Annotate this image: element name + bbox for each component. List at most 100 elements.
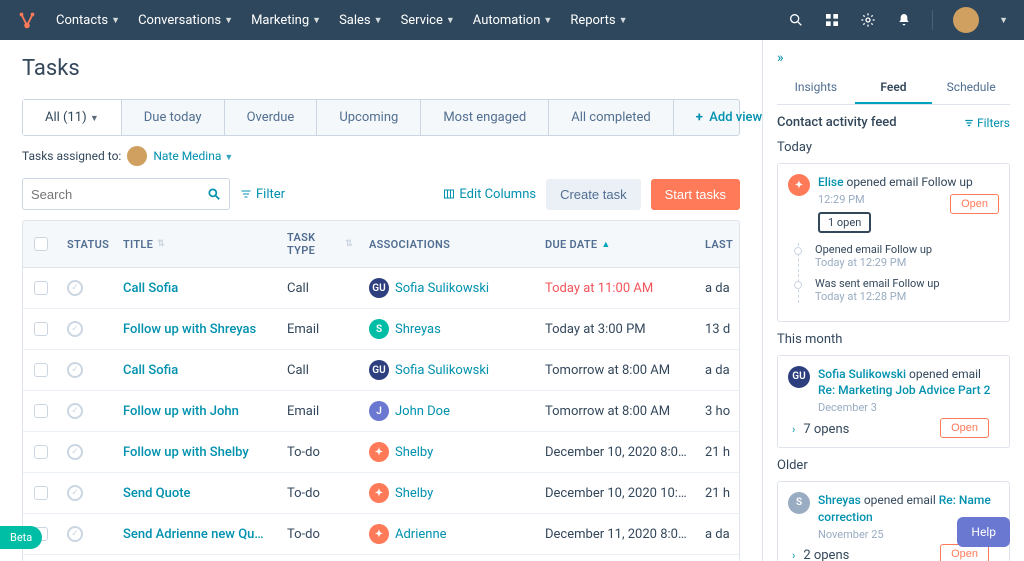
tab-due-today[interactable]: Due today xyxy=(122,100,225,135)
nav-automation[interactable]: Automation ▼ xyxy=(473,13,553,28)
main-content: Tasks All (11) ▼Due todayOverdueUpcoming… xyxy=(0,40,762,561)
user-avatar[interactable] xyxy=(953,7,979,33)
task-title-link[interactable]: Call Sofia xyxy=(123,363,178,378)
search-icon[interactable] xyxy=(788,12,804,28)
task-title-link[interactable]: Follow up with Shreyas xyxy=(123,322,256,337)
section-today: Today xyxy=(777,140,1010,155)
expand-icon[interactable]: › xyxy=(792,549,795,561)
open-button[interactable]: Open xyxy=(940,418,989,438)
status-toggle[interactable]: ✓ xyxy=(67,321,83,337)
feed-header: Contact activity feed xyxy=(777,115,897,130)
status-toggle[interactable]: ✓ xyxy=(67,280,83,296)
chevron-down-icon[interactable]: ▼ xyxy=(999,15,1008,26)
association-chip[interactable]: GUSofia Sulikowski xyxy=(369,360,489,380)
table-header: STATUS TITLE⇅ TASK TYPE⇅ ASSOCIATIONS DU… xyxy=(23,221,739,268)
due-date: Tomorrow at 8:00 AM xyxy=(537,391,697,431)
task-title-link[interactable]: Follow up with Shelby xyxy=(123,445,249,460)
task-title-link[interactable]: Follow up with John xyxy=(123,404,239,419)
col-associations[interactable]: ASSOCIATIONS xyxy=(361,221,537,267)
create-task-button[interactable]: Create task xyxy=(546,179,640,210)
last-engagement: 13 d xyxy=(697,309,739,349)
row-checkbox[interactable] xyxy=(34,322,48,336)
row-checkbox[interactable] xyxy=(34,404,48,418)
due-date: Today at 3:00 PM xyxy=(537,309,697,349)
status-toggle[interactable]: ✓ xyxy=(67,444,83,460)
status-toggle[interactable]: ✓ xyxy=(67,526,83,542)
tab-upcoming[interactable]: Upcoming xyxy=(317,100,421,135)
table-row: ✓Follow up with ShreyasEmailSShreyasToda… xyxy=(23,309,739,350)
col-due-date[interactable]: DUE DATE ▲ xyxy=(537,221,697,267)
tab-most-engaged[interactable]: Most engaged xyxy=(421,100,549,135)
open-count: 7 opens xyxy=(803,422,849,437)
search-icon[interactable] xyxy=(207,187,221,201)
assignee-avatar xyxy=(127,146,147,166)
nav-contacts[interactable]: Contacts ▼ xyxy=(56,13,120,28)
nav-marketing[interactable]: Marketing ▼ xyxy=(251,13,321,28)
beta-badge[interactable]: Beta xyxy=(0,526,42,549)
task-title-link[interactable]: Call Sofia xyxy=(123,281,178,296)
bell-icon[interactable] xyxy=(896,12,912,28)
status-toggle[interactable]: ✓ xyxy=(67,485,83,501)
task-type: Call xyxy=(279,350,361,390)
table-row: ✓Call SofiaCallGUSofia SulikowskiToday a… xyxy=(23,268,739,309)
feed-who[interactable]: Elise xyxy=(818,175,844,189)
start-tasks-button[interactable]: Start tasks xyxy=(651,179,740,210)
nav-conversations[interactable]: Conversations ▼ xyxy=(138,13,233,28)
task-type: Email xyxy=(279,391,361,431)
task-title-link[interactable]: Send Adrienne new Qu… xyxy=(123,527,264,542)
open-count-pill[interactable]: 1 open xyxy=(818,212,871,233)
side-tab-insights[interactable]: Insights xyxy=(777,72,855,104)
table-row: ✓Follow up with ShelbyTo-do✦ShelbyDecemb… xyxy=(23,432,739,473)
side-tab-schedule[interactable]: Schedule xyxy=(932,72,1010,104)
feed-who[interactable]: Shreyas xyxy=(818,493,861,507)
assigned-label: Tasks assigned to: xyxy=(22,149,121,163)
filter-icon xyxy=(964,118,974,128)
col-task-type[interactable]: TASK TYPE⇅ xyxy=(279,221,361,267)
association-chip[interactable]: ✦Shelby xyxy=(369,483,433,503)
open-button[interactable]: Open xyxy=(950,194,999,214)
row-checkbox[interactable] xyxy=(34,486,48,500)
association-chip[interactable]: ✦Adrienne xyxy=(369,524,447,544)
task-title-link[interactable]: Send Quote xyxy=(123,486,190,501)
nav-sales[interactable]: Sales ▼ xyxy=(339,13,382,28)
association-chip[interactable]: JJohn Doe xyxy=(369,401,450,421)
table-row: ✓Call SofiaCallGUSofia SulikowskiTomorro… xyxy=(23,350,739,391)
gear-icon[interactable] xyxy=(860,12,876,28)
collapse-panel-icon[interactable]: » xyxy=(777,50,1010,66)
sort-asc-icon: ▲ xyxy=(601,239,610,250)
feed-subject[interactable]: Re: Marketing Job Advice Part 2 xyxy=(818,383,990,397)
nav-reports[interactable]: Reports ▼ xyxy=(570,13,627,28)
row-checkbox[interactable] xyxy=(34,363,48,377)
assigned-to-filter: Tasks assigned to: Nate Medina ▼ xyxy=(22,146,740,166)
task-type: To-do xyxy=(279,555,361,561)
row-checkbox[interactable] xyxy=(34,281,48,295)
add-view-button[interactable]: + Add view xyxy=(674,100,762,135)
filter-button[interactable]: Filter xyxy=(240,187,285,202)
feed-who[interactable]: Sofia Sulikowski xyxy=(818,367,906,381)
search-input[interactable] xyxy=(31,187,207,202)
col-last[interactable]: LAST xyxy=(697,221,739,267)
expand-icon[interactable]: › xyxy=(792,423,795,436)
filters-button[interactable]: Filters xyxy=(964,116,1010,130)
tab-overdue[interactable]: Overdue xyxy=(225,100,318,135)
hubspot-logo-icon[interactable] xyxy=(16,9,38,31)
status-toggle[interactable]: ✓ xyxy=(67,362,83,378)
side-tab-feed[interactable]: Feed xyxy=(855,72,933,104)
assignee-dropdown[interactable]: Nate Medina ▼ xyxy=(153,149,233,163)
nav-service[interactable]: Service ▼ xyxy=(401,13,455,28)
row-checkbox[interactable] xyxy=(34,445,48,459)
tab-all-[interactable]: All (11) ▼ xyxy=(23,100,122,135)
help-button[interactable]: Help xyxy=(957,517,1010,547)
view-tabs: All (11) ▼Due todayOverdueUpcomingMost e… xyxy=(22,99,740,136)
association-chip[interactable]: ✦Shelby xyxy=(369,442,433,462)
col-title[interactable]: TITLE⇅ xyxy=(115,221,279,267)
marketplace-icon[interactable] xyxy=(824,12,840,28)
status-toggle[interactable]: ✓ xyxy=(67,403,83,419)
association-chip[interactable]: SShreyas xyxy=(369,319,441,339)
edit-columns-button[interactable]: Edit Columns xyxy=(443,187,536,202)
col-status[interactable]: STATUS xyxy=(59,221,115,267)
tab-all-completed[interactable]: All completed xyxy=(549,100,673,135)
association-chip[interactable]: GUSofia Sulikowski xyxy=(369,278,489,298)
table-row: ✓ Follow up with John Email JJohn Doe Tomorr… xyxy=(23,391,739,432)
select-all-checkbox[interactable] xyxy=(34,237,48,251)
